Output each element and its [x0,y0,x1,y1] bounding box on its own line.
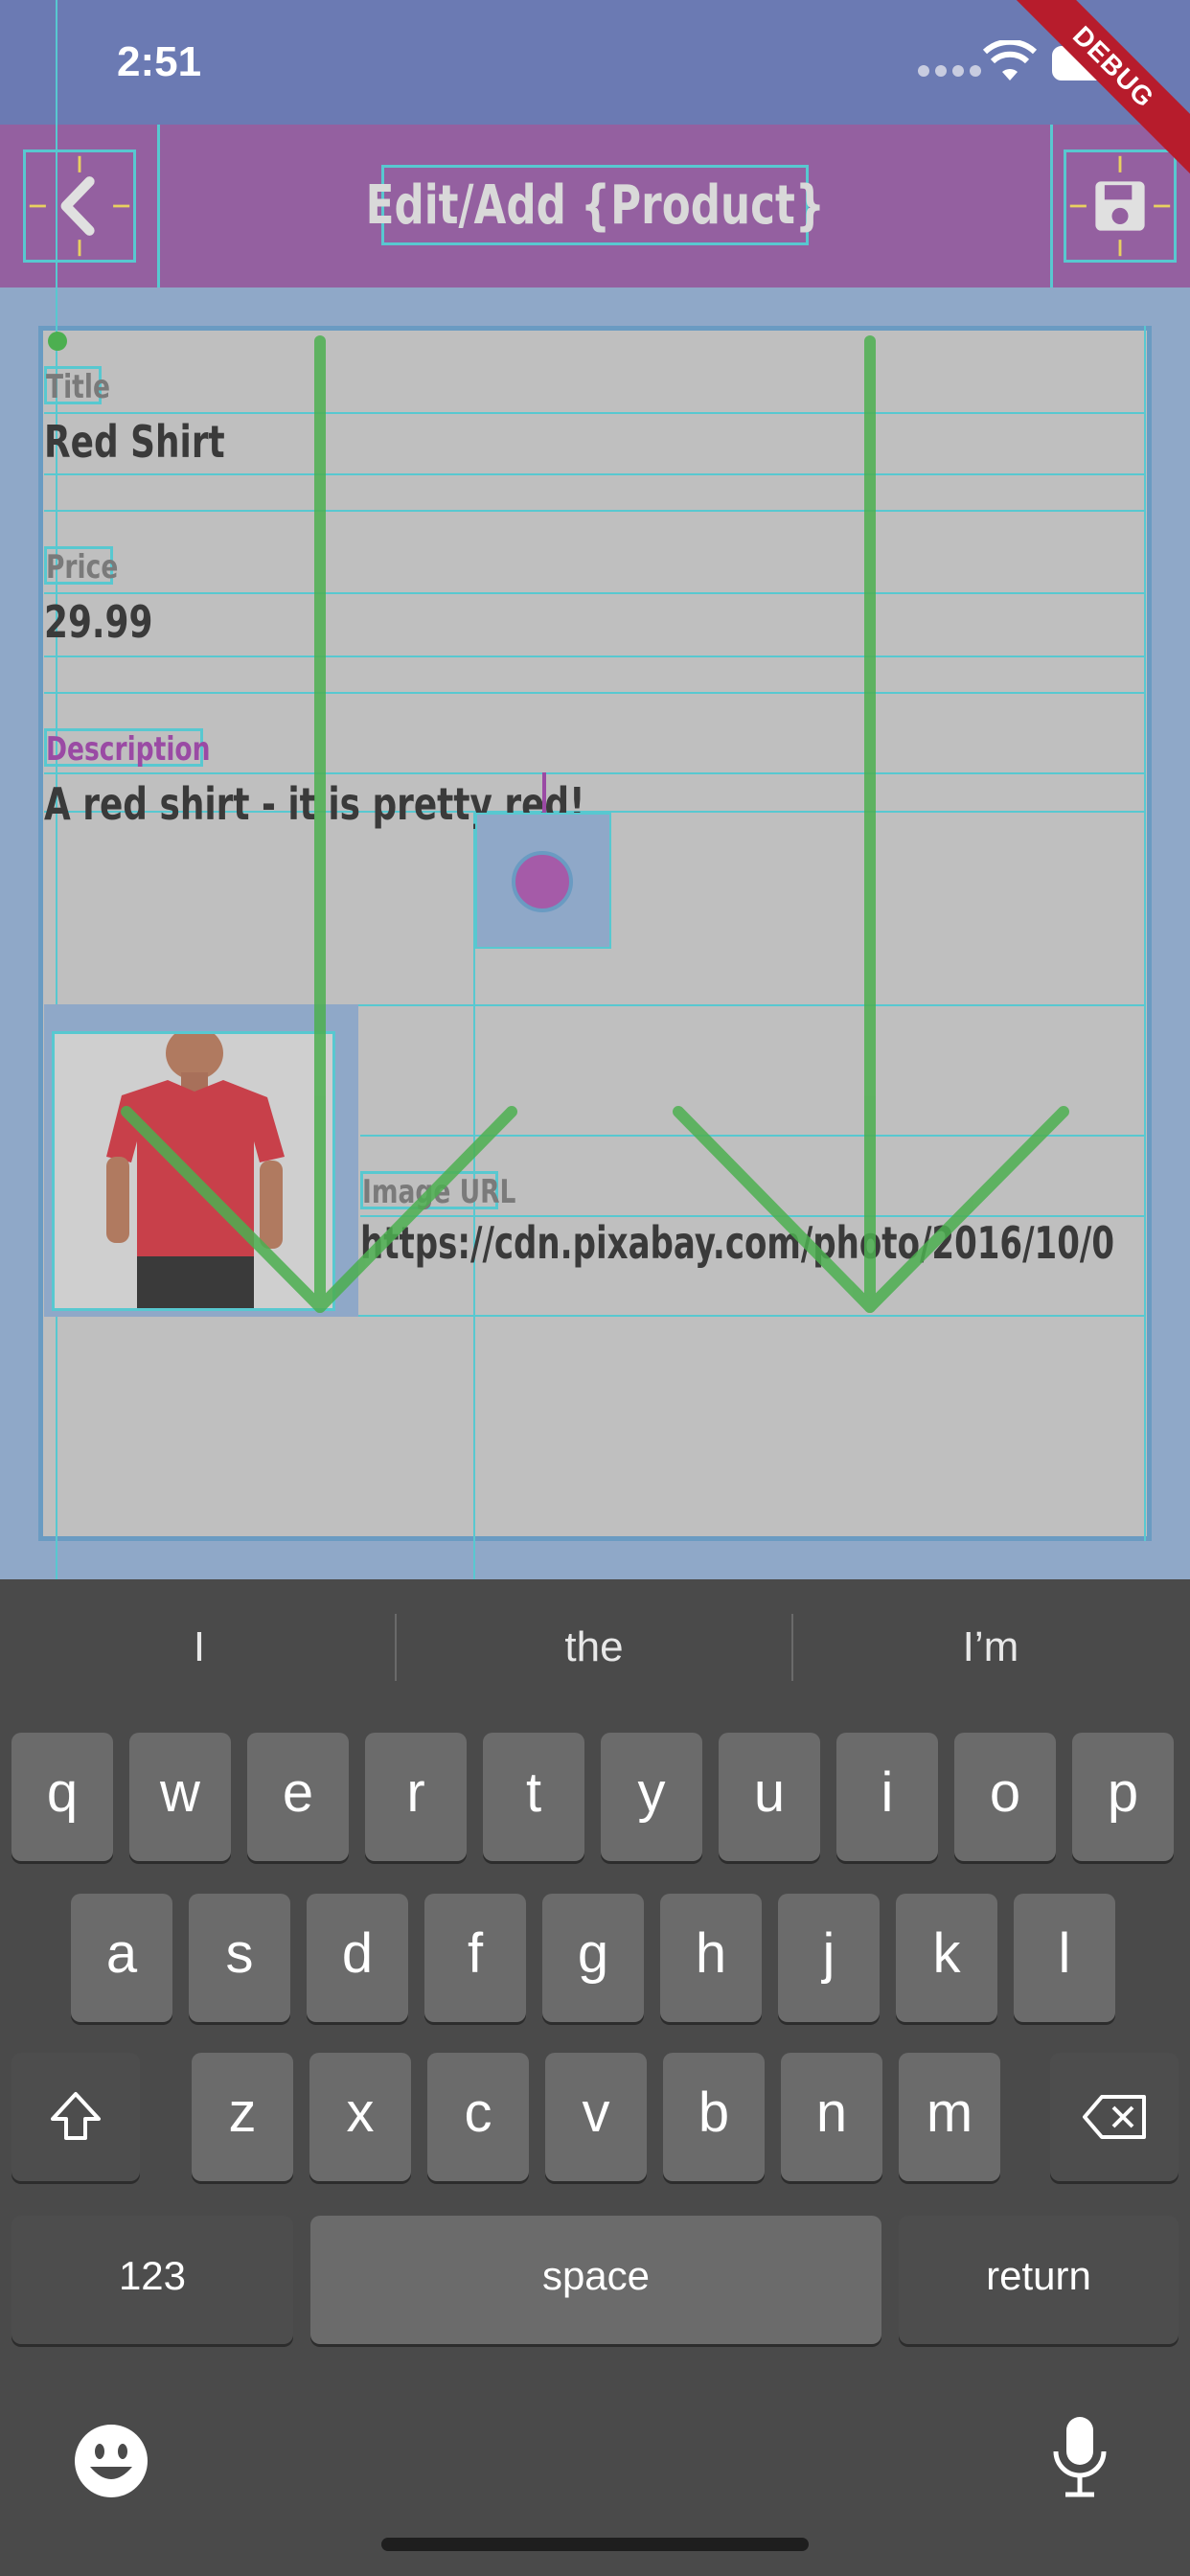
wifi-icon [983,40,1037,80]
floppy-disk-icon [1069,155,1171,257]
image-url-input[interactable]: https://cdn.pixabay.com/photo/2016/10/0 [360,1217,1114,1269]
suggestion-divider [791,1614,793,1681]
key-j[interactable]: j [778,1894,880,2022]
debug-guide [44,656,1144,657]
debug-guide [44,412,1144,414]
key-l[interactable]: l [1014,1894,1115,2022]
suggestion-divider [395,1614,397,1681]
chevron-left-icon [29,155,130,257]
product-image [55,1026,332,1308]
image-url-field[interactable]: https://cdn.pixabay.com/photo/2016/10/0 [360,1209,1144,1280]
description-label: Description [46,730,211,769]
key-b[interactable]: b [663,2053,765,2181]
debug-guide [44,772,1144,774]
key-u[interactable]: u [719,1733,820,1861]
home-indicator [381,2538,809,2551]
space-key[interactable]: space [310,2216,881,2344]
key-w[interactable]: w [129,1733,231,1861]
key-e[interactable]: e [247,1733,349,1861]
key-n[interactable]: n [781,2053,882,2181]
shift-icon [51,2092,101,2140]
key-c[interactable]: c [427,2053,529,2181]
save-button[interactable] [1064,150,1177,263]
key-q[interactable]: q [11,1733,113,1861]
suggestion-1[interactable]: I [8,1612,391,1683]
title-input[interactable]: Red Shirt [44,416,225,468]
delete-key[interactable] [1050,2053,1179,2181]
image-preview [52,1026,335,1311]
microphone-icon[interactable] [1048,2413,1111,2499]
key-a[interactable]: a [71,1894,172,2022]
key-k[interactable]: k [896,1894,997,2022]
key-x[interactable]: x [309,2053,411,2181]
debug-guide [44,510,1144,512]
key-s[interactable]: s [189,1894,290,2022]
selection-handle[interactable] [512,851,573,912]
key-d[interactable]: d [307,1894,408,2022]
key-f[interactable]: f [424,1894,526,2022]
price-input[interactable]: 29.99 [44,596,153,648]
key-i[interactable]: i [836,1733,938,1861]
status-bar: 2:51 [0,0,1190,125]
key-r[interactable]: r [365,1733,467,1861]
key-v[interactable]: v [545,2053,647,2181]
debug-guide [44,473,1144,475]
app-bar-title-box: Edit/Add {Product} [365,165,825,245]
debug-guide [157,125,160,288]
key-p[interactable]: p [1072,1733,1174,1861]
price-label: Price [46,548,119,586]
title-label: Title [46,368,110,406]
return-key[interactable]: return [899,2216,1179,2344]
debug-guide [44,592,1144,594]
suggestion-2[interactable]: the [402,1612,786,1683]
key-z[interactable]: z [192,2053,293,2181]
debug-guide [44,692,1144,694]
key-h[interactable]: h [660,1894,762,2022]
numbers-key[interactable]: 123 [11,2216,293,2344]
key-g[interactable]: g [542,1894,644,2022]
key-m[interactable]: m [899,2053,1000,2181]
back-button[interactable] [23,150,136,263]
debug-guide [1050,125,1053,288]
key-y[interactable]: y [601,1733,702,1861]
suggestion-3[interactable]: I’m [799,1612,1182,1683]
shift-key[interactable] [11,2053,140,2181]
emoji-icon[interactable] [73,2423,149,2499]
signal-icon [918,65,981,77]
image-url-label: Image URL [362,1173,516,1211]
app-screen: 2:51 Edit/Add {Product} DEBUG Title Red … [0,0,1190,1579]
key-o[interactable]: o [954,1733,1056,1861]
key-t[interactable]: t [483,1733,584,1861]
page-title: Edit/Add {Product} [365,173,825,237]
status-time: 2:51 [117,38,202,85]
debug-guide [1144,326,1146,1541]
backspace-icon [1083,2095,1146,2139]
debug-guide [360,1135,1144,1137]
